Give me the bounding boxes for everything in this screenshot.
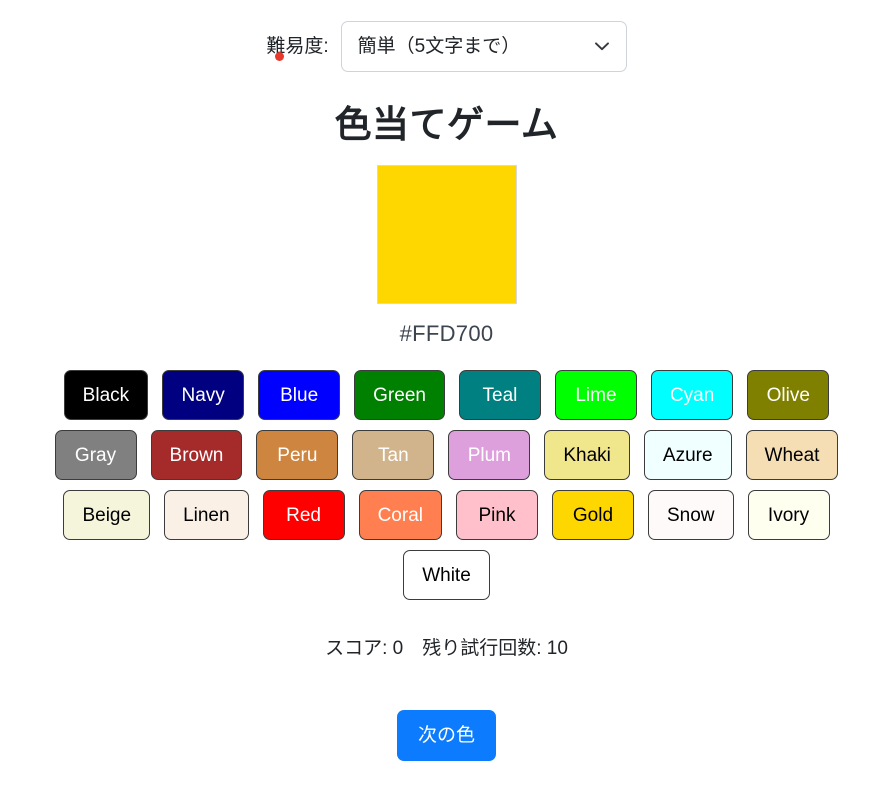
difficulty-select[interactable]: 簡単（5文字まで） xyxy=(340,21,627,72)
color-button-azure[interactable]: Azure xyxy=(643,430,732,480)
color-button-brown[interactable]: Brown xyxy=(150,430,243,480)
color-button-olive[interactable]: Olive xyxy=(747,370,830,420)
color-button-row: Beige Linen Red Coral Pink Gold Snow Ivory xyxy=(0,490,893,540)
status-text: スコア: 0 残り試行回数: 10 xyxy=(325,638,568,659)
color-button-white[interactable]: White xyxy=(403,550,490,600)
next-color-button[interactable]: 次の色 xyxy=(396,710,496,761)
color-button-lime[interactable]: Lime xyxy=(554,370,637,420)
color-button-red[interactable]: Red xyxy=(262,490,345,540)
color-button-peru[interactable]: Peru xyxy=(256,430,339,480)
color-button-ivory[interactable]: Ivory xyxy=(747,490,830,540)
color-button-cyan[interactable]: Cyan xyxy=(650,370,734,420)
color-button-teal[interactable]: Teal xyxy=(458,370,541,420)
next-button-container: 次の色 xyxy=(0,660,893,761)
page-title: 色当てゲーム xyxy=(334,104,559,145)
color-button-blue[interactable]: Blue xyxy=(258,370,341,420)
color-button-linen[interactable]: Linen xyxy=(164,490,249,540)
color-guess-game-page: 難易度: 簡単（5文字まで） 色当てゲーム #FFD700 Black Navy B… xyxy=(0,0,893,812)
color-button-row: White xyxy=(0,550,893,600)
color-button-plum[interactable]: Plum xyxy=(448,430,531,480)
color-button-row: Black Navy Blue Green Teal Lime Cyan Olive xyxy=(0,370,893,420)
difficulty-row: 難易度: 簡単（5文字まで） xyxy=(0,0,893,72)
color-button-gray[interactable]: Gray xyxy=(54,430,137,480)
color-button-tan[interactable]: Tan xyxy=(352,430,435,480)
color-button-row: Gray Brown Peru Tan Plum Khaki Azure Wheat xyxy=(0,430,893,480)
color-button-navy[interactable]: Navy xyxy=(162,370,245,420)
color-button-grid: Black Navy Blue Green Teal Lime Cyan Olive Gray B… xyxy=(0,347,893,600)
color-button-gold[interactable]: Gold xyxy=(551,490,634,540)
difficulty-label: 難易度: xyxy=(266,37,329,61)
color-button-wheat[interactable]: Wheat xyxy=(745,430,839,480)
color-button-khaki[interactable]: Khaki xyxy=(544,430,630,480)
color-button-beige[interactable]: Beige xyxy=(63,490,151,540)
target-color-hex: #FFD700 xyxy=(399,321,494,346)
difficulty-selected-value: 簡単（5文字まで） xyxy=(357,36,521,57)
swatch-container xyxy=(0,148,893,304)
color-button-coral[interactable]: Coral xyxy=(358,490,442,540)
color-button-pink[interactable]: Pink xyxy=(455,490,538,540)
chevron-down-icon xyxy=(594,42,609,51)
color-button-black[interactable]: Black xyxy=(63,370,149,420)
color-button-snow[interactable]: Snow xyxy=(647,490,734,540)
target-color-swatch xyxy=(376,165,517,304)
color-button-green[interactable]: Green xyxy=(354,370,445,420)
cursor-pointer-dot xyxy=(275,52,285,61)
